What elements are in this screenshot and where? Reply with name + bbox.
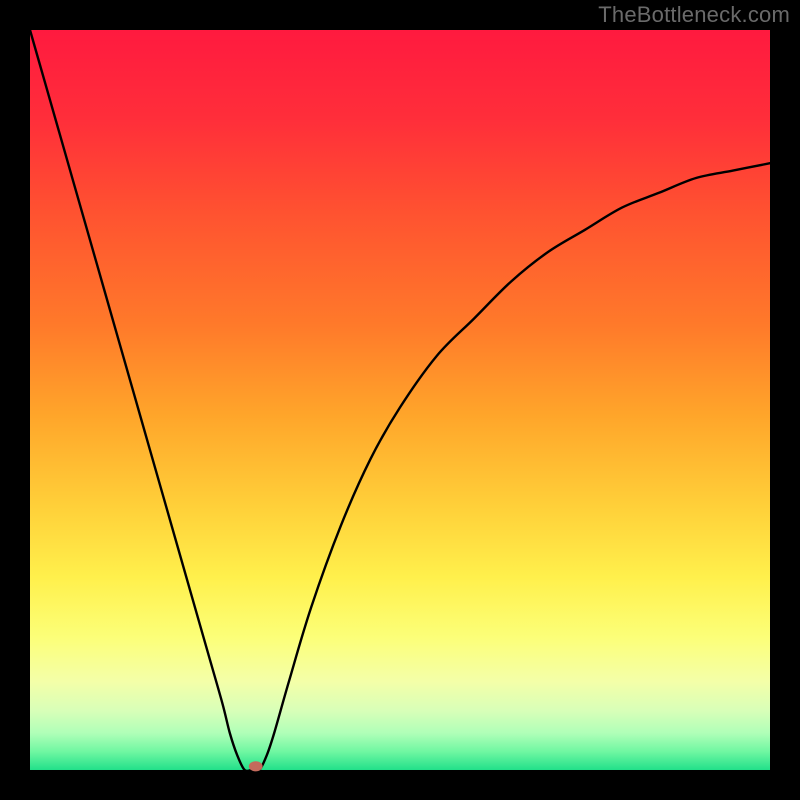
plot-background xyxy=(30,30,770,770)
watermark-text: TheBottleneck.com xyxy=(598,2,790,28)
bottleneck-chart xyxy=(0,0,800,800)
optimum-marker xyxy=(249,761,263,771)
chart-frame: TheBottleneck.com xyxy=(0,0,800,800)
